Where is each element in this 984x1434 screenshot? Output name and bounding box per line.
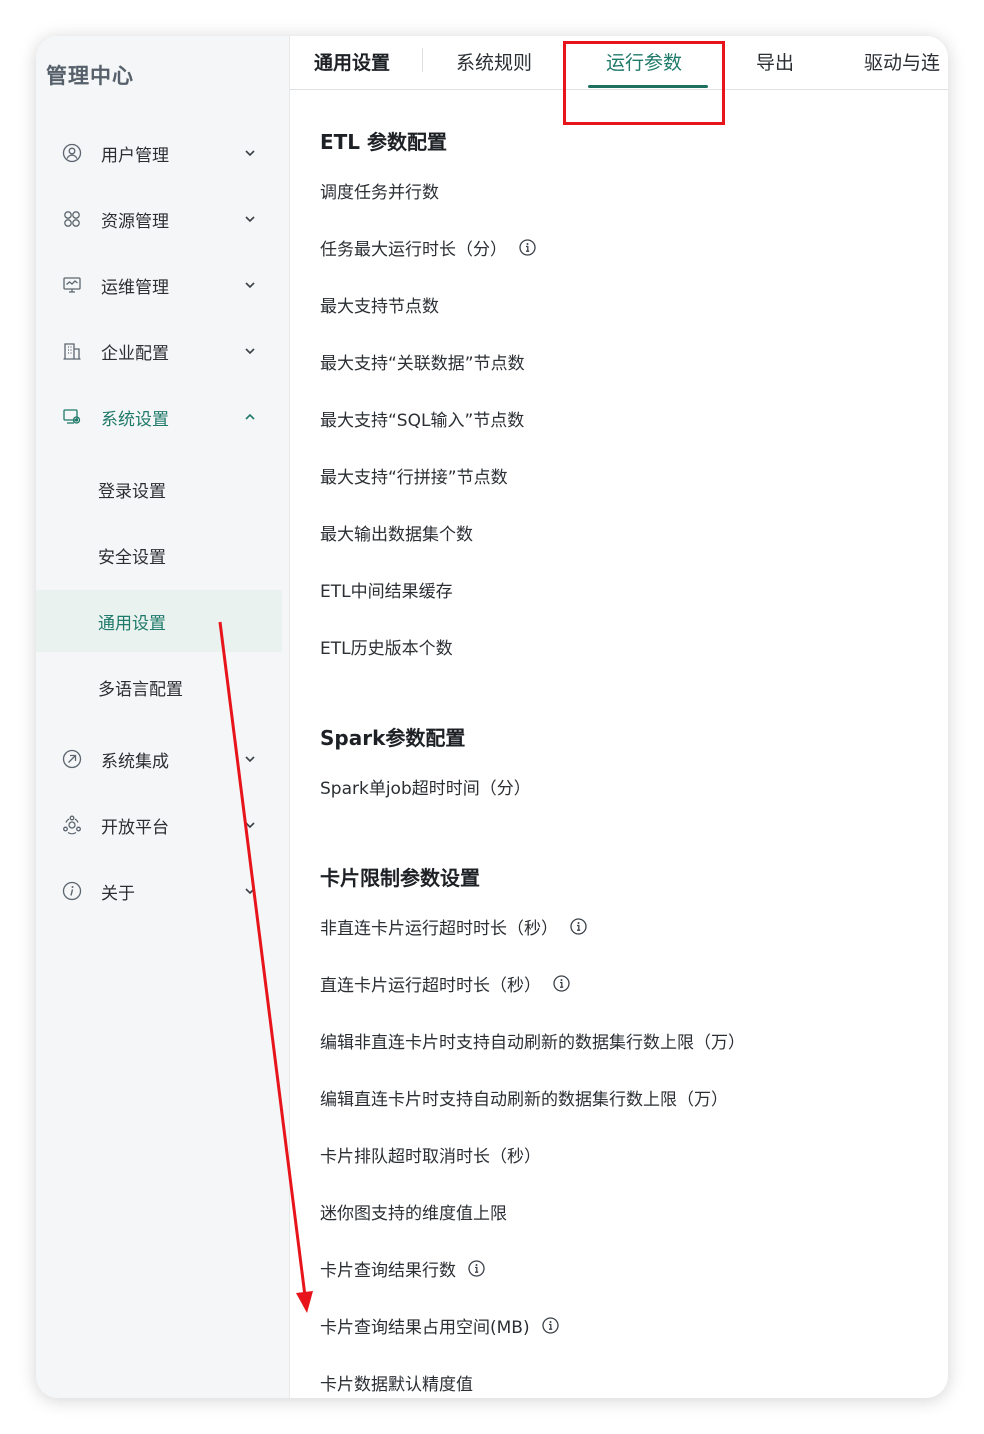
chevron-up-icon bbox=[242, 409, 258, 425]
param-label: 最大支持节点数 bbox=[320, 297, 439, 317]
sidebar-item-system-settings[interactable]: 系统设置 bbox=[36, 392, 290, 442]
sidebar-item-enterprise-config[interactable]: 企业配置 bbox=[36, 326, 290, 376]
integration-icon bbox=[62, 749, 82, 769]
param-label: Spark单job超时时间（分） bbox=[320, 779, 531, 799]
tab-runtime-params[interactable]: 运行参数 bbox=[606, 48, 682, 75]
info-icon bbox=[62, 881, 82, 901]
chevron-down-icon bbox=[242, 211, 258, 227]
param-label: 最大支持“关联数据”节点数 bbox=[320, 354, 525, 374]
section-title-card-limits: 卡片限制参数设置 bbox=[320, 866, 480, 890]
info-icon[interactable] bbox=[553, 975, 570, 992]
chevron-down-icon bbox=[242, 751, 258, 767]
user-icon bbox=[62, 143, 82, 163]
building-icon bbox=[62, 341, 82, 361]
sidebar-item-resource-management[interactable]: 资源管理 bbox=[36, 194, 290, 244]
sidebar-subitem-label: 多语言配置 bbox=[98, 679, 183, 700]
chevron-down-icon bbox=[242, 817, 258, 833]
param-label: 最大输出数据集个数 bbox=[320, 525, 473, 545]
tab-divider bbox=[422, 48, 423, 72]
tab-bar: 通用设置 系统规则 运行参数 导出 驱动与连 bbox=[290, 36, 948, 90]
section-title-spark: Spark参数配置 bbox=[320, 726, 466, 750]
param-label: 卡片数据默认精度值 bbox=[320, 1375, 473, 1395]
tab-export[interactable]: 导出 bbox=[756, 48, 794, 75]
info-icon[interactable] bbox=[468, 1260, 485, 1277]
sidebar-item-label: 系统设置 bbox=[101, 409, 169, 430]
param-label: 卡片查询结果占用空间(MB) bbox=[320, 1313, 559, 1338]
sidebar-item-label: 运维管理 bbox=[101, 277, 169, 298]
sidebar-item-label: 用户管理 bbox=[101, 145, 169, 166]
info-icon[interactable] bbox=[519, 239, 536, 256]
param-label: 卡片排队超时取消时长（秒） bbox=[320, 1147, 541, 1167]
param-label: ETL中间结果缓存 bbox=[320, 582, 453, 602]
sidebar-item-label: 企业配置 bbox=[101, 343, 169, 364]
chevron-down-icon bbox=[242, 883, 258, 899]
tab-drivers-connections[interactable]: 驱动与连 bbox=[864, 48, 940, 75]
sidebar-item-open-platform[interactable]: 开放平台 bbox=[36, 800, 290, 850]
param-label: 任务最大运行时长（分） bbox=[320, 235, 536, 260]
param-label: 调度任务并行数 bbox=[320, 183, 439, 203]
param-label: 非直连卡片运行超时时长（秒） bbox=[320, 914, 587, 939]
sidebar-subitem-language-config[interactable]: 多语言配置 bbox=[36, 656, 282, 718]
sidebar-item-about[interactable]: 关于 bbox=[36, 866, 290, 916]
settings-icon bbox=[62, 407, 82, 427]
param-label: 编辑直连卡片时支持自动刷新的数据集行数上限（万） bbox=[320, 1090, 728, 1110]
tab-system-rules[interactable]: 系统规则 bbox=[456, 48, 532, 75]
main-content: ETL 参数配置 调度任务并行数 任务最大运行时长（分） 最大支持节点数 最大支… bbox=[290, 90, 948, 1398]
sidebar-subitem-label: 通用设置 bbox=[98, 613, 166, 634]
param-label: 编辑非直连卡片时支持自动刷新的数据集行数上限（万） bbox=[320, 1033, 745, 1053]
param-label: 最大支持“SQL输入”节点数 bbox=[320, 411, 525, 431]
app-title: 管理中心 bbox=[46, 64, 134, 88]
sidebar: 管理中心 用户管理 资源管理 运维管理 企业配置 系统设置 登录设置 安全设置 … bbox=[36, 36, 290, 1398]
sidebar-item-label: 资源管理 bbox=[101, 211, 169, 232]
chevron-down-icon bbox=[242, 343, 258, 359]
chevron-down-icon bbox=[242, 145, 258, 161]
section-title-etl: ETL 参数配置 bbox=[320, 130, 448, 154]
sidebar-subitem-login-settings[interactable]: 登录设置 bbox=[36, 458, 282, 520]
monitor-icon bbox=[62, 275, 82, 295]
sidebar-item-label: 系统集成 bbox=[101, 751, 169, 772]
sidebar-subitem-label: 安全设置 bbox=[98, 547, 166, 568]
tab-general-settings[interactable]: 通用设置 bbox=[314, 48, 390, 75]
sidebar-item-system-integration[interactable]: 系统集成 bbox=[36, 734, 290, 784]
sidebar-item-ops-management[interactable]: 运维管理 bbox=[36, 260, 290, 310]
sidebar-item-label: 关于 bbox=[101, 883, 135, 904]
param-label: 最大支持“行拼接”节点数 bbox=[320, 468, 508, 488]
sidebar-item-label: 开放平台 bbox=[101, 817, 169, 838]
param-label: 卡片查询结果行数 bbox=[320, 1256, 485, 1281]
info-icon[interactable] bbox=[570, 918, 587, 935]
platform-icon bbox=[62, 815, 82, 835]
grid-icon bbox=[62, 209, 82, 229]
sidebar-subitem-label: 登录设置 bbox=[98, 481, 166, 502]
sidebar-subitem-security-settings[interactable]: 安全设置 bbox=[36, 524, 282, 586]
info-icon[interactable] bbox=[541, 1317, 559, 1334]
param-label: 迷你图支持的维度值上限 bbox=[320, 1204, 507, 1224]
chevron-down-icon bbox=[242, 277, 258, 293]
param-label: ETL历史版本个数 bbox=[320, 639, 453, 659]
sidebar-subitem-general-settings[interactable]: 通用设置 bbox=[36, 590, 282, 652]
active-tab-indicator bbox=[588, 85, 708, 88]
param-label: 直连卡片运行超时时长（秒） bbox=[320, 971, 570, 996]
app-window: 管理中心 用户管理 资源管理 运维管理 企业配置 系统设置 登录设置 安全设置 … bbox=[36, 36, 948, 1398]
sidebar-item-user-management[interactable]: 用户管理 bbox=[36, 128, 290, 178]
